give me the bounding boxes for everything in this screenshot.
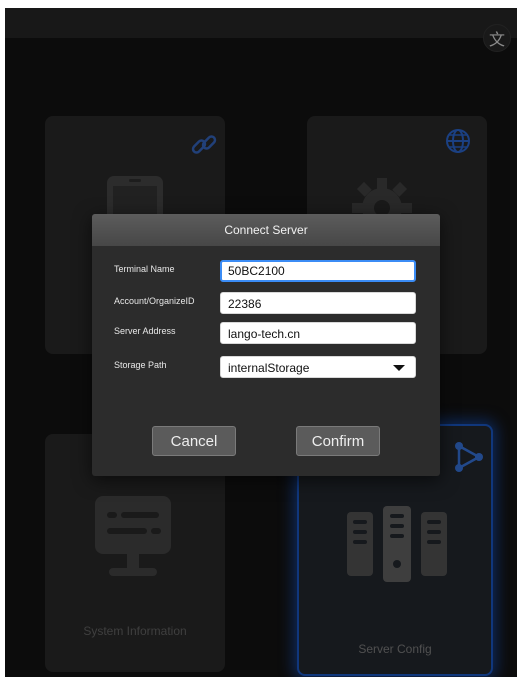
server-address-input[interactable]: lango-tech.cn <box>220 322 416 344</box>
storage-path-label: Storage Path <box>114 360 167 370</box>
server-address-label: Server Address <box>114 326 176 336</box>
storage-path-row: Storage Path internalStorage <box>92 356 440 378</box>
chevron-down-icon <box>393 365 405 371</box>
app-screen: 文 System Information Server Config Conne… <box>5 8 517 677</box>
storage-path-select[interactable]: internalStorage <box>220 356 416 378</box>
dialog-title: Connect Server <box>92 214 440 246</box>
account-label: Account/OrganizeID <box>114 296 195 306</box>
terminal-name-input[interactable]: 50BC2100 <box>220 260 416 282</box>
server-address-row: Server Address lango-tech.cn <box>92 322 440 344</box>
terminal-name-row: Terminal Name 50BC2100 <box>92 260 440 282</box>
account-row: Account/OrganizeID 22386 <box>92 292 440 314</box>
account-input[interactable]: 22386 <box>220 292 416 314</box>
confirm-button[interactable]: Confirm <box>296 426 380 456</box>
terminal-name-label: Terminal Name <box>114 264 175 274</box>
storage-path-value: internalStorage <box>228 361 310 375</box>
cancel-button[interactable]: Cancel <box>152 426 236 456</box>
connect-server-dialog: Connect Server Terminal Name 50BC2100 Ac… <box>92 214 440 476</box>
